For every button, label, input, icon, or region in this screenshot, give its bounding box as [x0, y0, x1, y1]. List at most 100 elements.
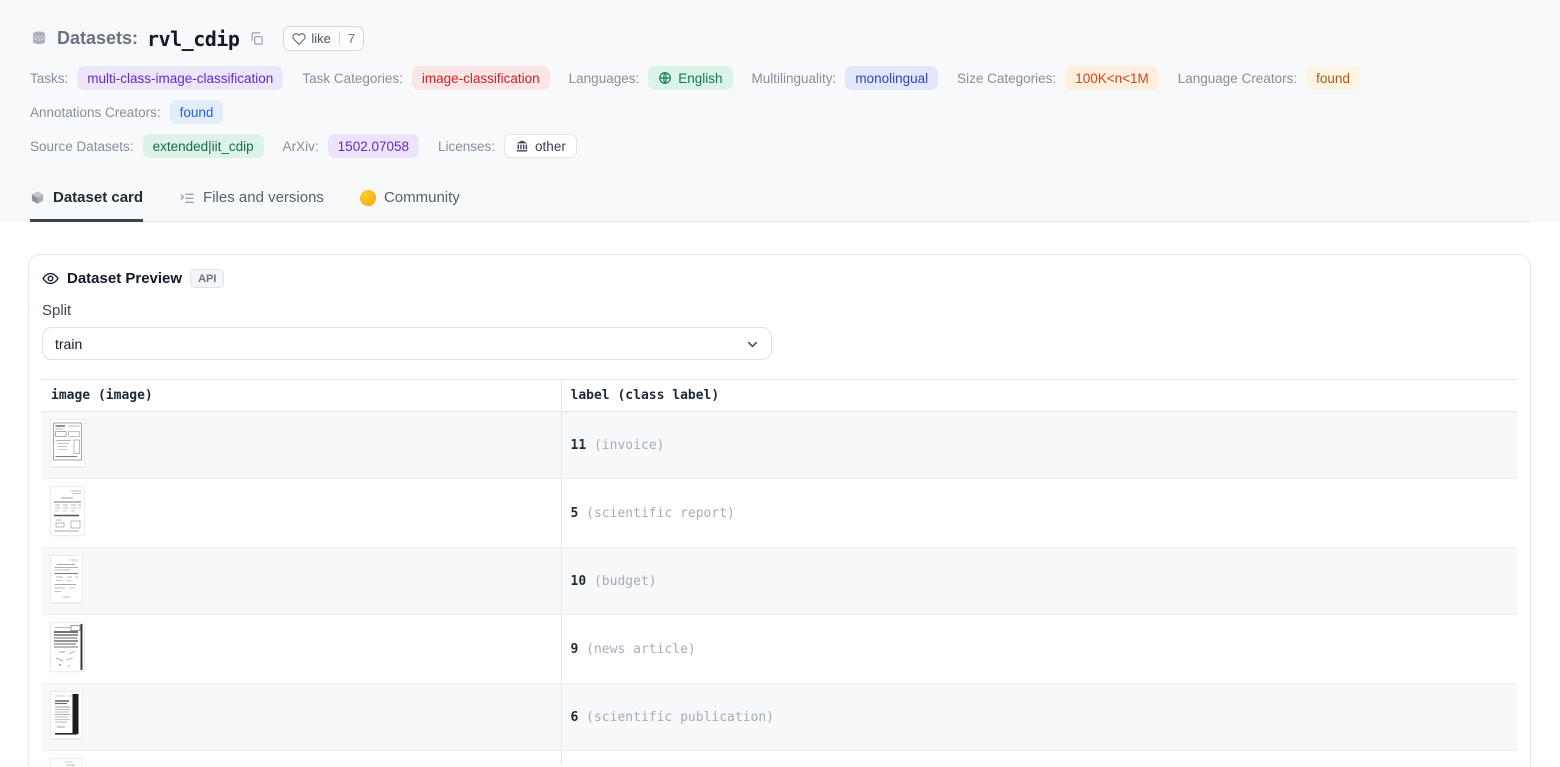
copy-icon[interactable] [249, 31, 264, 46]
dataset-preview-card: Dataset Preview API Split train image (i… [28, 254, 1531, 767]
tag-category-label: Tasks: [30, 71, 68, 86]
image-cell [42, 751, 561, 767]
database-icon [30, 30, 48, 48]
table-row: 6 (scientific publication) [42, 684, 1517, 751]
tag-category-label: Size Categories: [957, 71, 1056, 86]
tag-pill-english[interactable]: English [648, 66, 732, 90]
tag-pill-text: extended|iit_cdip [153, 139, 254, 154]
preview-table-scroll-area[interactable]: image (image) label (class label) 11 (in… [42, 379, 1517, 766]
chevron-down-icon [745, 337, 760, 355]
split-selected-value: train [55, 336, 82, 352]
label-value: 10 [571, 574, 587, 589]
tag-item: Tasks: multi-class-image-classification [30, 66, 283, 90]
tag-pill-text: other [535, 139, 566, 154]
tag-category-label: Languages: [569, 71, 640, 86]
tag-row: Tasks: multi-class-image-classificationTa… [30, 66, 1530, 124]
label-class-name: (scientific report) [578, 506, 735, 521]
table-row: 5 (scientific report) [42, 479, 1517, 548]
tag-pill-text: found [1316, 71, 1350, 86]
tab-label: Files and versions [203, 189, 324, 206]
label-class-name: (budget) [586, 574, 656, 589]
preview-header: Dataset Preview API [42, 269, 1517, 288]
tab-dataset-card[interactable]: Dataset card [30, 189, 143, 222]
label-class-name: (news article) [578, 642, 695, 657]
image-cell [42, 479, 561, 548]
image-cell [42, 412, 561, 479]
tag-item: ArXiv: 1502.07058 [283, 134, 419, 158]
split-label: Split [42, 302, 1517, 319]
tag-pill-text: 100K<n<1M [1075, 71, 1149, 86]
tag-item: Annotations Creators: found [30, 100, 223, 124]
table-row: 10 (budget) [42, 548, 1517, 615]
like-count[interactable]: 7 [339, 31, 355, 46]
column-header-label: label (class label) [561, 380, 1517, 412]
label-cell: 5 (scientific report) [561, 479, 1517, 548]
tab-label: Dataset card [53, 189, 143, 206]
tag-pill-other[interactable]: other [504, 134, 577, 158]
tag-category-label: Multilinguality: [752, 71, 837, 86]
tag-pill-image-classification[interactable]: image-classification [412, 66, 550, 90]
preview-card-padding: Dataset Preview API Split train image (i… [29, 255, 1530, 766]
image-cell [42, 548, 561, 615]
tag-item: Multilinguality: monolingual [752, 66, 939, 90]
tab-files-and-versions[interactable]: Files and versions [179, 189, 324, 222]
api-badge[interactable]: API [190, 269, 224, 288]
title-row: Datasets: rvl_cdip like 7 [30, 26, 1530, 51]
document-thumbnail [51, 487, 84, 535]
tag-pill-extended-iit-cdip[interactable]: extended|iit_cdip [143, 134, 264, 158]
tag-pill-text: 1502.07058 [338, 139, 409, 154]
dataset-name: rvl_cdip [147, 27, 239, 51]
tab-community[interactable]: Community [360, 189, 460, 222]
tag-pill-text: monolingual [855, 71, 928, 86]
column-header-image: image (image) [42, 380, 561, 412]
document-thumbnail [51, 759, 81, 766]
label-cell [561, 751, 1517, 767]
label-cell: 9 (news article) [561, 615, 1517, 684]
breadcrumb-datasets-label[interactable]: Datasets: [57, 28, 138, 49]
eye-icon [42, 270, 59, 287]
image-cell [42, 684, 561, 751]
table-row: 11 (invoice) [42, 412, 1517, 479]
tab-label: Community [384, 189, 460, 206]
tag-pill-1502-07058[interactable]: 1502.07058 [328, 134, 419, 158]
document-thumbnail [51, 556, 82, 602]
tag-rows: Tasks: multi-class-image-classificationTa… [30, 66, 1530, 158]
label-class-name: (scientific publication) [578, 710, 774, 725]
main-content: Dataset Preview API Split train image (i… [0, 222, 1560, 767]
table-row [42, 751, 1517, 767]
license-icon [515, 139, 529, 153]
tag-pill-found[interactable]: found [1306, 66, 1360, 90]
tag-pill-text: multi-class-image-classification [87, 71, 273, 86]
table-row: 9 (news article) [42, 615, 1517, 684]
like-label: like [311, 31, 331, 46]
tag-item: Licenses: other [438, 134, 577, 158]
tag-pill-monolingual[interactable]: monolingual [845, 66, 938, 90]
tag-row: Source Datasets:extended|iit_cdipArXiv:1… [30, 134, 1530, 158]
tag-pill-multi-class-image-classification[interactable]: multi-class-image-classification [77, 66, 283, 90]
files-list-icon [179, 190, 195, 206]
tab-bar: Dataset card Files and versions Community [30, 189, 1530, 222]
globe-icon [658, 71, 672, 85]
tag-pill-text: found [180, 105, 214, 120]
document-thumbnail [51, 692, 82, 738]
tag-pill-text: English [678, 71, 722, 86]
tag-category-label: Licenses: [438, 139, 495, 154]
like-button[interactable]: like 7 [283, 26, 364, 51]
label-cell: 10 (budget) [561, 548, 1517, 615]
label-value: 11 [571, 438, 587, 453]
tag-category-label: Language Creators: [1178, 71, 1297, 86]
preview-table: image (image) label (class label) 11 (in… [42, 380, 1517, 766]
preview-title: Dataset Preview [67, 270, 182, 287]
document-thumbnail [51, 623, 84, 671]
tag-pill-100k-n-1m[interactable]: 100K<n<1M [1065, 66, 1159, 90]
table-header-row: image (image) label (class label) [42, 380, 1517, 412]
heart-icon [292, 32, 306, 46]
community-icon [360, 190, 376, 206]
tag-category-label: Annotations Creators: [30, 105, 161, 120]
split-select[interactable]: train [42, 327, 772, 360]
page-header: Datasets: rvl_cdip like 7 Tasks: multi-cl… [0, 0, 1560, 222]
tag-pill-found[interactable]: found [170, 100, 224, 124]
dataset-cube-icon [30, 190, 45, 205]
image-cell [42, 615, 561, 684]
tag-category-label: ArXiv: [283, 139, 319, 154]
